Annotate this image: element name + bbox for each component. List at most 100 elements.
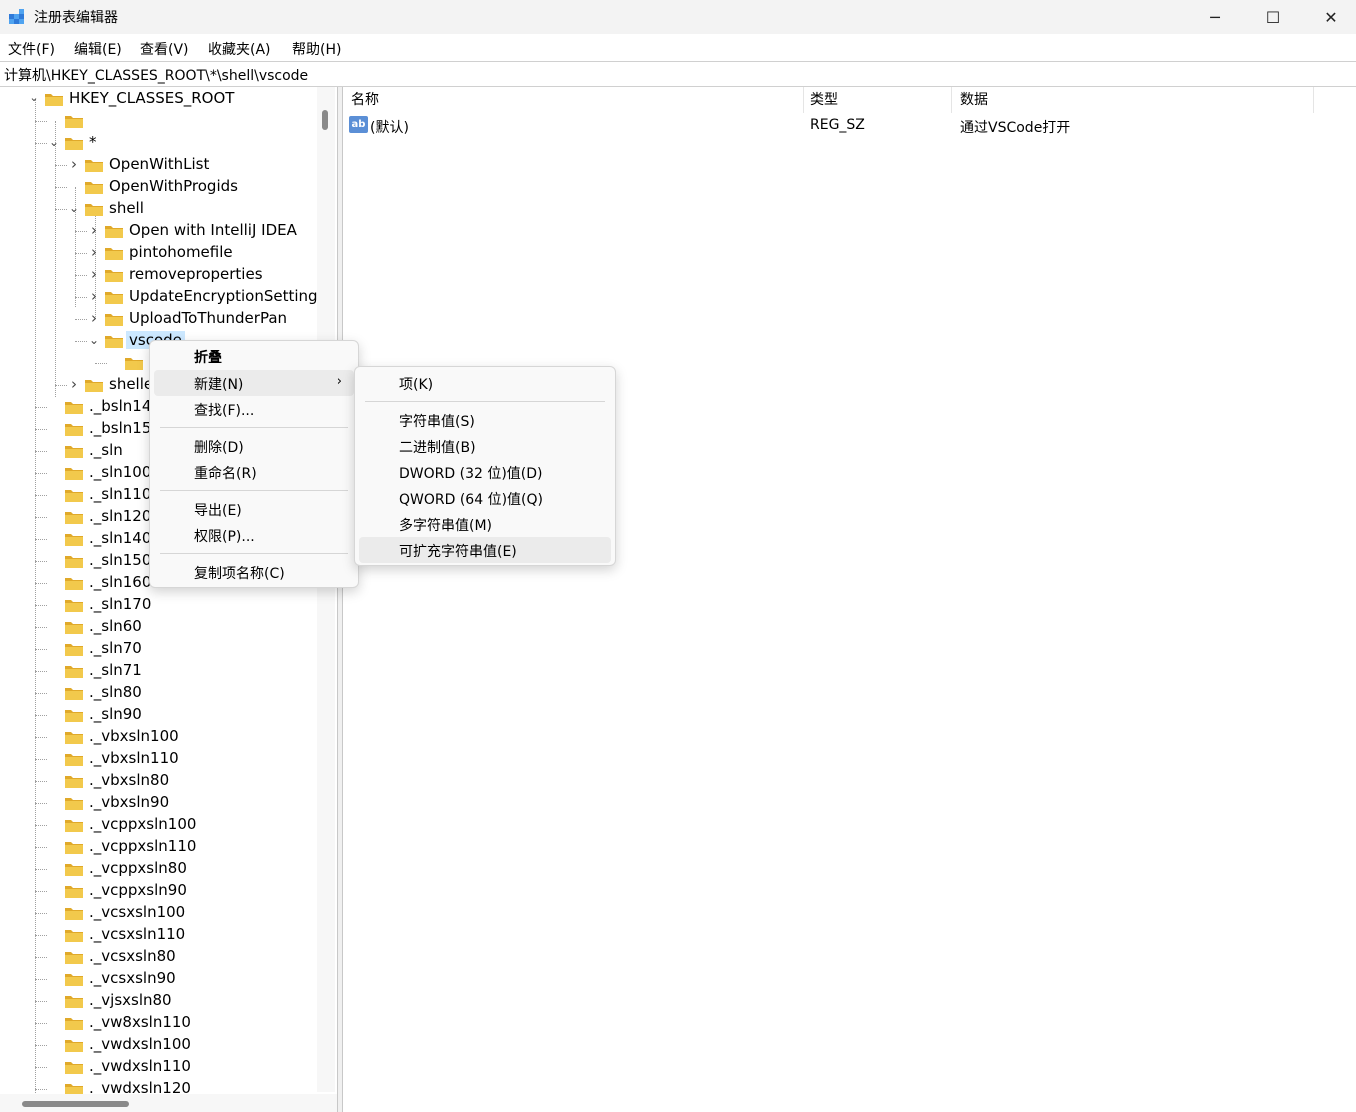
tree-item[interactable]: ._vcsxsln80 bbox=[48, 946, 318, 968]
maximize-button[interactable]: ☐ bbox=[1244, 0, 1302, 34]
tree-item[interactable]: ._vcppxsln80 bbox=[48, 858, 318, 880]
submenu-item-binary-value[interactable]: 二进制值(B) bbox=[359, 433, 611, 459]
tree-item[interactable]: ._vcppxsln90 bbox=[48, 880, 318, 902]
tree-item[interactable]: › UploadToThunderPan bbox=[88, 308, 337, 330]
tree-item-root[interactable]: ⌄ HKEY_CLASSES_ROOT bbox=[28, 88, 328, 110]
menu-view[interactable]: 查看(V) bbox=[140, 39, 189, 59]
chevron-right-icon[interactable]: › bbox=[68, 157, 80, 172]
tree-item[interactable]: ._sln70 bbox=[48, 638, 318, 660]
menu-item-new[interactable]: 新建(N) › bbox=[154, 370, 354, 396]
menu-item-rename[interactable]: 重命名(R) bbox=[154, 459, 354, 485]
tree-guide-line bbox=[35, 121, 47, 122]
tree-item[interactable]: › OpenWithList bbox=[68, 154, 337, 176]
tree-item-label: ._sln120 bbox=[89, 507, 152, 525]
folder-icon bbox=[65, 820, 83, 832]
tree-item[interactable]: ._sln170 bbox=[48, 594, 318, 616]
tree-item[interactable]: ._vwdxsln100 bbox=[48, 1034, 318, 1056]
tree-item-label: UpdateEncryptionSetting bbox=[129, 287, 318, 305]
tree-pane[interactable]: ⌄ HKEY_CLASSES_ROOT ⌄ * › OpenWithList OpenW… bbox=[0, 87, 337, 1112]
menu-item-copy-key-name[interactable]: 复制项名称(C) bbox=[154, 559, 354, 585]
folder-icon bbox=[85, 380, 103, 392]
tree-item[interactable]: ._vcsxsln100 bbox=[48, 902, 318, 924]
menu-item-permissions[interactable]: 权限(P)... bbox=[154, 522, 354, 548]
submenu-item-qword-value[interactable]: QWORD (64 位)值(Q) bbox=[359, 485, 611, 511]
menu-favorites[interactable]: 收藏夹(A) bbox=[208, 39, 271, 59]
submenu-item-key[interactable]: 项(K) bbox=[359, 370, 611, 396]
chevron-down-icon[interactable]: ⌄ bbox=[88, 333, 100, 347]
chevron-right-icon[interactable]: › bbox=[68, 377, 80, 392]
tree-item[interactable]: ._sln71 bbox=[48, 660, 318, 682]
tree-item[interactable]: › removeproperties bbox=[88, 264, 337, 286]
menu-item-export[interactable]: 导出(E) bbox=[154, 496, 354, 522]
tree-item[interactable]: ._vw8xsln110 bbox=[48, 1012, 318, 1034]
tree-vertical-scroll-thumb[interactable] bbox=[322, 110, 328, 130]
tree-item[interactable]: › pintohomefile bbox=[88, 242, 337, 264]
tree-item[interactable] bbox=[48, 110, 318, 132]
tree-item-label: ._vwdxsln100 bbox=[89, 1035, 191, 1053]
tree-item[interactable]: ._sln90 bbox=[48, 704, 318, 726]
tree-item-label: ._vcppxsln90 bbox=[89, 881, 187, 899]
tree-horizontal-scroll-thumb[interactable] bbox=[22, 1101, 129, 1107]
folder-icon bbox=[65, 468, 83, 480]
tree-item[interactable]: ._vcppxsln110 bbox=[48, 836, 318, 858]
tree-item[interactable]: ._vbxsln100 bbox=[48, 726, 318, 748]
menu-item-find[interactable]: 查找(F)... bbox=[154, 396, 354, 422]
menu-edit[interactable]: 编辑(E) bbox=[74, 39, 122, 59]
chevron-right-icon[interactable]: › bbox=[88, 245, 100, 260]
registry-editor-icon bbox=[9, 9, 24, 24]
tree-item-label: ._sln70 bbox=[89, 639, 142, 657]
submenu-item-dword-value[interactable]: DWORD (32 位)值(D) bbox=[359, 459, 611, 485]
tree-item-label: ._sln80 bbox=[89, 683, 142, 701]
minimize-button[interactable]: ─ bbox=[1186, 0, 1244, 34]
tree-item[interactable]: ._vjsxsln80 bbox=[48, 990, 318, 1012]
address-path[interactable]: 计算机\HKEY_CLASSES_ROOT\*\shell\vscode bbox=[4, 65, 308, 85]
chevron-down-icon[interactable]: ⌄ bbox=[28, 91, 40, 105]
column-header-type[interactable]: 类型 bbox=[802, 87, 952, 113]
tree-guide-line bbox=[35, 1045, 47, 1046]
submenu-item-multi-string-value[interactable]: 多字符串值(M) bbox=[359, 511, 611, 537]
submenu-item-string-value[interactable]: 字符串值(S) bbox=[359, 407, 611, 433]
chevron-down-icon[interactable]: ⌄ bbox=[68, 201, 80, 215]
menu-help[interactable]: 帮助(H) bbox=[292, 39, 341, 59]
chevron-right-icon[interactable]: › bbox=[88, 267, 100, 282]
tree-item[interactable]: ._sln80 bbox=[48, 682, 318, 704]
tree-guide-line bbox=[35, 957, 47, 958]
tree-item[interactable]: ._vcppxsln100 bbox=[48, 814, 318, 836]
menu-item-collapse[interactable]: 折叠 bbox=[154, 343, 354, 369]
chevron-down-icon[interactable]: ⌄ bbox=[48, 135, 60, 149]
chevron-right-icon[interactable]: › bbox=[88, 223, 100, 238]
tree-item[interactable]: OpenWithProgids bbox=[68, 176, 337, 198]
tree-item-label: ._sln71 bbox=[89, 661, 142, 679]
tree-item-label: HKEY_CLASSES_ROOT bbox=[69, 89, 235, 107]
tree-item[interactable]: ._vcsxsln90 bbox=[48, 968, 318, 990]
tree-item[interactable]: ._vwdxsln110 bbox=[48, 1056, 318, 1078]
value-name[interactable]: (默认) bbox=[370, 117, 409, 137]
tree-vertical-scrollbar[interactable] bbox=[317, 87, 335, 1092]
folder-icon bbox=[65, 1062, 83, 1074]
tree-item[interactable]: ._vcsxsln110 bbox=[48, 924, 318, 946]
tree-item[interactable]: › Open with IntelliJ IDEA bbox=[88, 220, 337, 242]
chevron-right-icon[interactable]: › bbox=[88, 311, 100, 326]
tree-item[interactable]: ⌄ shell bbox=[68, 198, 337, 220]
tree-item-label: ._sln60 bbox=[89, 617, 142, 635]
values-pane[interactable]: 名称 类型 数据 ab (默认) REG_SZ 通过VSCode打开 bbox=[343, 87, 1356, 1112]
tree-item[interactable]: ._sln60 bbox=[48, 616, 318, 638]
tree-item[interactable]: ._vbxsln80 bbox=[48, 770, 318, 792]
column-header-name[interactable]: 名称 bbox=[343, 87, 804, 113]
tree-item[interactable]: ._vbxsln110 bbox=[48, 748, 318, 770]
address-bar[interactable]: 计算机\HKEY_CLASSES_ROOT\*\shell\vscode bbox=[0, 61, 1356, 87]
tree-item[interactable]: › UpdateEncryptionSetting bbox=[88, 286, 337, 308]
submenu-item-expandable-string-value[interactable]: 可扩充字符串值(E) bbox=[359, 537, 611, 563]
chevron-right-icon[interactable]: › bbox=[88, 289, 100, 304]
tree-guide-line bbox=[35, 649, 47, 650]
tree-item[interactable]: ._vbxsln90 bbox=[48, 792, 318, 814]
column-header-data[interactable]: 数据 bbox=[952, 87, 1314, 113]
tree-guide-line bbox=[35, 539, 47, 540]
folder-icon bbox=[65, 710, 83, 722]
menu-item-delete[interactable]: 删除(D) bbox=[154, 433, 354, 459]
tree-item[interactable]: ⌄ * bbox=[48, 132, 318, 154]
tree-item-label: ._vbxsln110 bbox=[89, 749, 179, 767]
folder-icon bbox=[65, 996, 83, 1008]
menu-file[interactable]: 文件(F) bbox=[8, 39, 55, 59]
close-button[interactable]: ✕ bbox=[1302, 0, 1356, 34]
